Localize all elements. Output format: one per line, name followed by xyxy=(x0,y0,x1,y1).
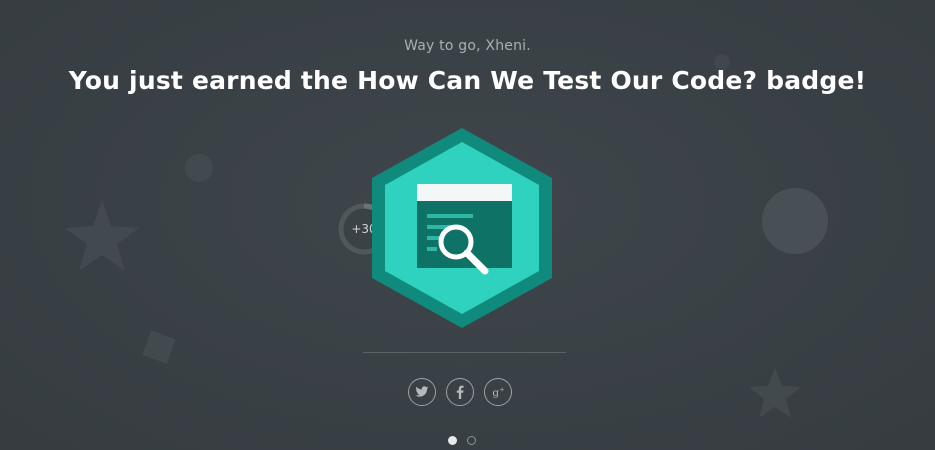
twitter-icon xyxy=(415,386,429,397)
badge-hexagon xyxy=(372,128,552,328)
congrats-subtitle: Way to go, Xheni. xyxy=(404,38,531,54)
svg-text:+: + xyxy=(499,386,504,393)
share-facebook-button[interactable] xyxy=(446,378,474,406)
decorative-circle-right xyxy=(762,188,828,254)
badge-earned-screen: Way to go, Xheni. You just earned the Ho… xyxy=(0,0,935,450)
pagination xyxy=(448,436,476,445)
page-dot-2[interactable] xyxy=(467,436,476,445)
decorative-circle-left xyxy=(185,154,213,182)
divider xyxy=(363,352,566,353)
decorative-star-left xyxy=(65,200,139,271)
facebook-icon xyxy=(456,385,464,399)
share-twitter-button[interactable] xyxy=(408,378,436,406)
page-dot-1[interactable] xyxy=(448,436,457,445)
share-google-plus-button[interactable]: g + xyxy=(484,378,512,406)
share-buttons: g + xyxy=(408,378,528,408)
badge-earned-headline: You just earned the How Can We Test Our … xyxy=(68,66,867,95)
google-plus-icon: g + xyxy=(492,386,504,399)
decorative-star-right xyxy=(749,368,801,418)
decorative-diamond-left xyxy=(142,330,176,364)
code-window-magnifier-icon xyxy=(417,184,512,275)
svg-text:g: g xyxy=(492,387,499,399)
